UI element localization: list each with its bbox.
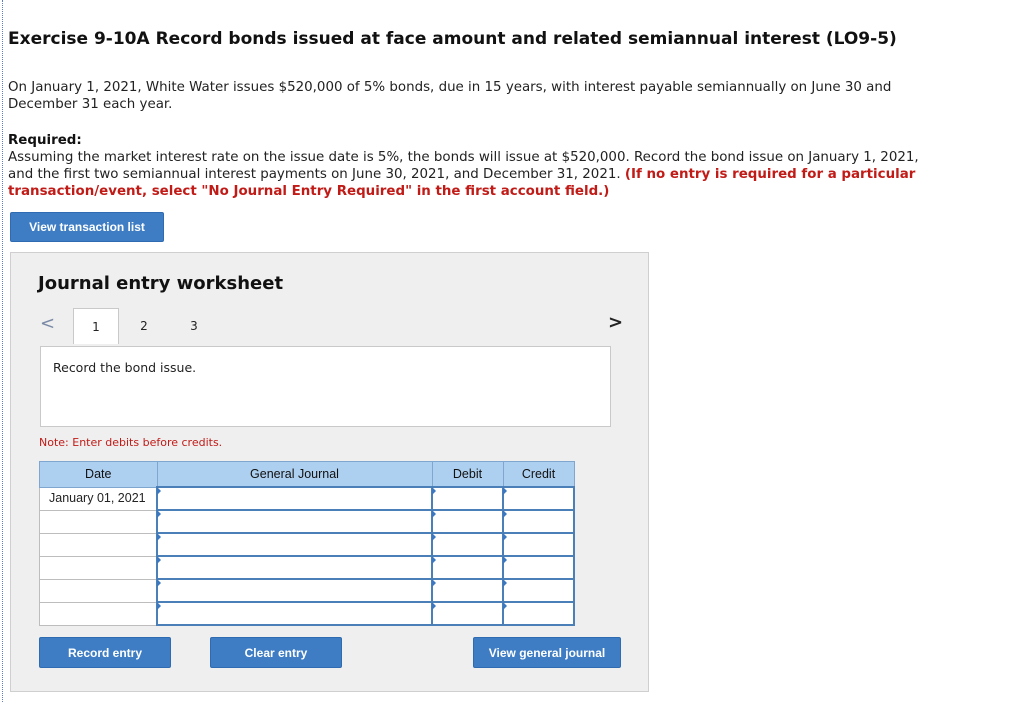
credit-field[interactable] (502, 532, 575, 557)
clear-entry-button[interactable]: Clear entry (210, 637, 342, 668)
dropdown-marker-icon (503, 533, 507, 541)
table-row (39, 578, 575, 603)
credit-column-header: Credit (502, 461, 575, 488)
account-field[interactable] (156, 486, 433, 511)
left-dotted-border (2, 0, 3, 702)
date-cell (39, 509, 158, 534)
table-row (39, 532, 575, 557)
tab-3[interactable]: 3 (171, 308, 217, 344)
date-cell (39, 601, 158, 626)
exercise-intro: On January 1, 2021, White Water issues $… (8, 80, 892, 112)
account-field[interactable] (156, 578, 433, 603)
dropdown-marker-icon (503, 602, 507, 610)
worksheet-title: Journal entry worksheet (38, 273, 284, 294)
account-field[interactable] (156, 555, 433, 580)
view-transaction-list-button[interactable]: View transaction list (10, 212, 164, 242)
dropdown-marker-icon (157, 602, 161, 610)
dropdown-marker-icon (157, 533, 161, 541)
transaction-description: Record the bond issue. (53, 360, 197, 375)
dropdown-marker-icon (157, 556, 161, 564)
record-entry-button[interactable]: Record entry (39, 637, 171, 668)
tab-2[interactable]: 2 (121, 308, 167, 344)
dropdown-marker-icon (432, 487, 436, 495)
debit-field[interactable] (431, 486, 504, 511)
journal-entry-worksheet-panel: Journal entry worksheet < 1 2 3 > Record… (10, 252, 649, 692)
date-cell (39, 555, 158, 580)
debits-note: Note: Enter debits before credits. (39, 436, 223, 449)
required-heading: Required: (8, 133, 82, 148)
debit-field[interactable] (431, 509, 504, 534)
dropdown-marker-icon (432, 602, 436, 610)
dropdown-marker-icon (432, 556, 436, 564)
dropdown-marker-icon (432, 579, 436, 587)
dropdown-marker-icon (503, 487, 507, 495)
dropdown-marker-icon (503, 556, 507, 564)
chevron-left-icon[interactable]: < (40, 313, 55, 334)
credit-field[interactable] (502, 601, 575, 626)
date-value: January 01, 2021 (49, 490, 146, 505)
journal-table: Date General Journal Debit Credit Januar… (39, 461, 575, 626)
credit-field[interactable] (502, 578, 575, 603)
dropdown-marker-icon (503, 510, 507, 518)
date-cell (39, 532, 158, 557)
credit-field[interactable] (502, 555, 575, 580)
tab-1[interactable]: 1 (73, 308, 119, 344)
debit-field[interactable] (431, 555, 504, 580)
dropdown-marker-icon (432, 510, 436, 518)
required-text-block: Assuming the market interest rate on the… (8, 149, 928, 200)
table-row: January 01, 2021 (39, 486, 575, 511)
view-general-journal-button[interactable]: View general journal (473, 637, 621, 668)
journal-header-row: Date General Journal Debit Credit (39, 461, 575, 488)
account-field[interactable] (156, 532, 433, 557)
debit-field[interactable] (431, 532, 504, 557)
table-row (39, 555, 575, 580)
account-field[interactable] (156, 601, 433, 626)
transaction-description-box: Record the bond issue. (40, 346, 611, 427)
dropdown-marker-icon (157, 487, 161, 495)
debit-field[interactable] (431, 601, 504, 626)
account-field[interactable] (156, 509, 433, 534)
dropdown-marker-icon (157, 579, 161, 587)
chevron-right-icon[interactable]: > (608, 312, 623, 333)
table-row (39, 509, 575, 534)
date-column-header: Date (39, 461, 158, 488)
credit-field[interactable] (502, 509, 575, 534)
credit-field[interactable] (502, 486, 575, 511)
dropdown-marker-icon (503, 579, 507, 587)
general-journal-column-header: General Journal (156, 461, 433, 488)
debit-column-header: Debit (431, 461, 504, 488)
dropdown-marker-icon (432, 533, 436, 541)
exercise-title: Exercise 9-10A Record bonds issued at fa… (8, 29, 897, 49)
dropdown-marker-icon (157, 510, 161, 518)
date-cell: January 01, 2021 (39, 486, 158, 511)
table-row (39, 601, 575, 626)
date-cell (39, 578, 158, 603)
debit-field[interactable] (431, 578, 504, 603)
